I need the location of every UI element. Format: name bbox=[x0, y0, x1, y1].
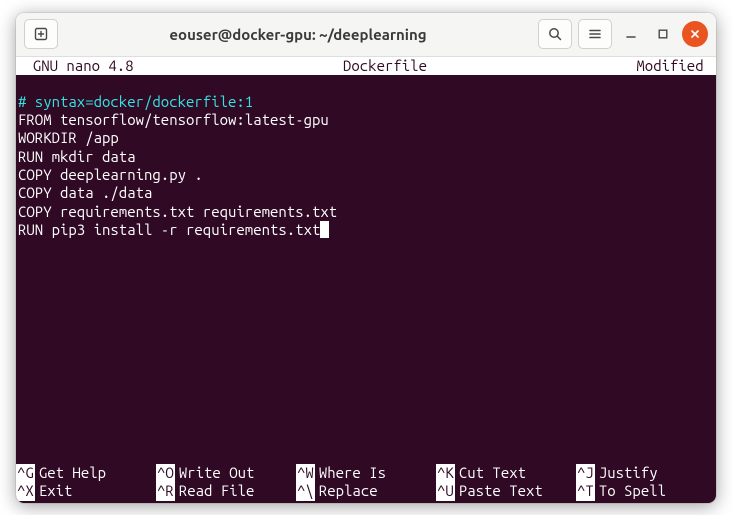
editor-content[interactable]: # syntax=docker/dockerfile:1 FROM tensor… bbox=[16, 75, 716, 464]
terminal-area[interactable]: GNU nano 4.8 Dockerfile Modified # synta… bbox=[16, 57, 716, 503]
terminal-window: eouser@docker-gpu: ~/deeplearning bbox=[16, 13, 716, 503]
hamburger-icon bbox=[587, 26, 603, 42]
shortcut-read-file: ^RRead File bbox=[156, 482, 296, 500]
new-tab-button[interactable] bbox=[24, 19, 58, 49]
new-tab-icon bbox=[33, 26, 49, 42]
shortcut-to-spell: ^TTo Spell bbox=[576, 482, 716, 500]
minimize-button[interactable] bbox=[618, 21, 644, 47]
shortcut-replace: ^\Replace bbox=[296, 482, 436, 500]
nano-filename: Dockerfile bbox=[134, 57, 637, 75]
shortcut-where-is: ^WWhere Is bbox=[296, 464, 436, 482]
close-button[interactable] bbox=[682, 21, 708, 47]
file-line-3: WORKDIR /app bbox=[18, 129, 119, 146]
search-button[interactable] bbox=[538, 19, 572, 49]
nano-app-version: GNU nano 4.8 bbox=[16, 57, 134, 75]
close-icon bbox=[689, 28, 701, 40]
shortcut-paste-text: ^UPaste Text bbox=[436, 482, 576, 500]
shortcut-get-help: ^GGet Help bbox=[16, 464, 156, 482]
file-line-2: FROM tensorflow/tensorflow:latest-gpu bbox=[18, 111, 329, 128]
search-icon bbox=[547, 26, 563, 42]
menu-button[interactable] bbox=[578, 19, 612, 49]
shortcut-row-1: ^GGet Help ^OWrite Out ^WWhere Is ^KCut … bbox=[16, 464, 716, 482]
shortcut-write-out: ^OWrite Out bbox=[156, 464, 296, 482]
shortcut-justify: ^JJustify bbox=[576, 464, 716, 482]
file-line-5: COPY deeplearning.py . bbox=[18, 166, 203, 183]
titlebar: eouser@docker-gpu: ~/deeplearning bbox=[16, 13, 716, 57]
shortcut-row-2: ^XExit ^RRead File ^\Replace ^UPaste Tex… bbox=[16, 482, 716, 500]
minimize-icon bbox=[625, 28, 637, 40]
shortcut-cut-text: ^KCut Text bbox=[436, 464, 576, 482]
file-line-4: RUN mkdir data bbox=[18, 148, 136, 165]
nano-status: Modified bbox=[636, 57, 716, 75]
file-line-6: COPY data ./data bbox=[18, 184, 152, 201]
maximize-icon bbox=[657, 28, 669, 40]
text-cursor bbox=[320, 221, 329, 238]
file-line-8: RUN pip3 install -r requirements.txt bbox=[18, 221, 320, 238]
nano-header-bar: GNU nano 4.8 Dockerfile Modified bbox=[16, 57, 716, 75]
maximize-button[interactable] bbox=[650, 21, 676, 47]
window-title: eouser@docker-gpu: ~/deeplearning bbox=[64, 26, 532, 43]
shortcut-exit: ^XExit bbox=[16, 482, 156, 500]
nano-shortcut-bar: ^GGet Help ^OWrite Out ^WWhere Is ^KCut … bbox=[16, 464, 716, 503]
file-line-1: # syntax=docker/dockerfile:1 bbox=[18, 93, 253, 110]
file-line-7: COPY requirements.txt requirements.txt bbox=[18, 203, 337, 220]
